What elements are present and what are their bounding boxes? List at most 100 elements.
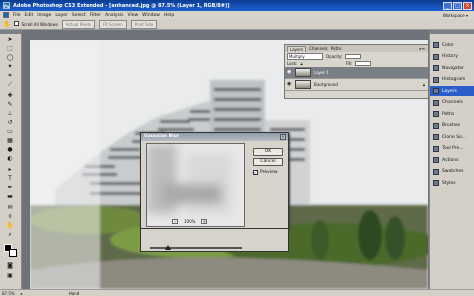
lock-icon[interactable]: 🔒︎ — [300, 61, 302, 66]
tab-paths[interactable]: Paths — [331, 46, 342, 51]
cancel-button[interactable]: Cancel — [253, 158, 283, 166]
scroll-all-checkbox[interactable] — [14, 21, 20, 26]
tab-channels[interactable]: Channels — [309, 46, 328, 51]
eye-icon[interactable]: ◉ — [287, 70, 292, 75]
dodge-tool-icon[interactable]: ◐ — [3, 155, 17, 162]
eye-icon[interactable]: ◉ — [287, 82, 292, 87]
layer-row-background[interactable]: ◉ Background 🔒︎ — [285, 79, 428, 91]
preview-checkbox[interactable]: ✓ — [253, 170, 258, 175]
path-selection-icon[interactable]: ▸ — [3, 166, 17, 173]
status-arrow-icon[interactable]: ▸ — [21, 291, 23, 296]
marquee-tool-icon[interactable]: ⬚ — [3, 45, 17, 52]
hand-tool-button-icon[interactable]: ✋ — [3, 222, 17, 229]
clone-stamp-icon[interactable]: ⊥ — [3, 110, 17, 117]
layer-thumbnail — [295, 80, 311, 89]
layer-thumbnail — [295, 68, 311, 77]
fill-label: Fill: — [345, 61, 353, 66]
panel-item-label: Navigator — [442, 65, 465, 71]
menu-select[interactable]: Select — [72, 13, 86, 18]
menu-edit[interactable]: Edit — [25, 13, 34, 18]
panel-item-navigator[interactable]: Navigator — [430, 63, 474, 73]
radius-slider-thumb[interactable] — [165, 245, 172, 250]
opacity-label: Opacity: — [326, 53, 343, 59]
brushes-icon — [433, 122, 439, 129]
preview-option[interactable]: ✓ Preview — [253, 170, 278, 175]
tab-layers[interactable]: Layers — [287, 45, 307, 52]
zoom-level[interactable]: 87.5% — [2, 291, 15, 296]
panel-item-actions[interactable]: Actions — [430, 155, 474, 165]
eyedropper-tool-icon[interactable]: ⌽ — [3, 213, 17, 220]
minimize-button[interactable]: _ — [443, 1, 452, 10]
notes-tool-icon[interactable]: ✉ — [3, 204, 17, 211]
close-button[interactable]: × — [463, 1, 472, 10]
panel-item-channels[interactable]: Channels — [430, 98, 474, 108]
zoom-out-button[interactable]: – — [172, 219, 178, 224]
zoom-in-button[interactable]: + — [201, 219, 208, 224]
panel-item-swatches[interactable]: Swatches — [430, 167, 474, 177]
fit-screen-button[interactable]: Fit Screen — [98, 19, 127, 29]
workspace-menu[interactable]: Workspace ▾ — [443, 11, 468, 19]
crop-tool-icon[interactable]: ⌗ — [3, 72, 17, 79]
fill-field[interactable] — [355, 61, 372, 66]
panel-item-label: Tool Pre... — [442, 146, 464, 151]
panel-item-brushes[interactable]: Brushes — [430, 121, 474, 131]
print-size-button[interactable]: Print Size — [130, 19, 158, 29]
preview-image — [147, 144, 244, 226]
background-color-swatch[interactable] — [9, 249, 17, 257]
panel-item-tool-pre[interactable]: Tool Pre... — [430, 144, 474, 154]
ok-button[interactable]: OK — [253, 148, 283, 156]
preview-label: Preview — [260, 170, 278, 175]
pen-tool-icon[interactable]: ✒ — [3, 184, 17, 191]
type-tool-icon[interactable]: T — [3, 175, 17, 182]
zoom-tool-icon[interactable]: ⌕ — [3, 231, 17, 238]
menu-file[interactable]: File — [13, 13, 21, 18]
lasso-tool-icon[interactable]: ◯ — [3, 54, 17, 61]
maximize-button[interactable]: □ — [453, 1, 462, 10]
magic-wand-icon[interactable]: ✦ — [3, 63, 17, 70]
radius-slider-track[interactable] — [150, 247, 242, 249]
panel-item-paths[interactable]: Paths — [430, 109, 474, 119]
panel-item-clone-so[interactable]: Clone So... — [430, 132, 474, 142]
blur-tool-icon[interactable]: ● — [3, 146, 17, 153]
options-bar: ✋ Scroll All Windows Actual Pixels Fit S… — [0, 19, 474, 30]
brush-tool-icon[interactable]: ✎ — [3, 101, 17, 108]
layer-name: Background — [314, 82, 338, 87]
shape-tool-icon[interactable]: ▬ — [3, 193, 17, 200]
menu-help[interactable]: Help — [164, 13, 174, 18]
window-title: Adobe Photoshop CS3 Extended - [enhanced… — [13, 2, 230, 9]
panel-menu-icon[interactable]: ▸≡ — [420, 46, 425, 51]
quick-mask-icon[interactable]: ◙ — [3, 262, 17, 269]
gradient-tool-icon[interactable]: ▦ — [3, 137, 17, 144]
scroll-all-windows-option[interactable]: Scroll All Windows — [14, 21, 58, 27]
menu-filter[interactable]: Filter — [90, 13, 101, 18]
app-menu-icon[interactable] — [3, 12, 9, 18]
menu-bar: File Edit Image Layer Select Filter Anal… — [0, 11, 474, 19]
slice-tool-icon[interactable]: ⟋ — [3, 81, 17, 88]
actual-pixels-button[interactable]: Actual Pixels — [61, 19, 95, 29]
blend-mode-select[interactable]: Multiply — [287, 52, 323, 60]
panel-item-histogram[interactable]: Histogram — [430, 75, 474, 85]
healing-brush-icon[interactable]: ✚ — [3, 92, 17, 99]
panel-item-styles[interactable]: Styles — [430, 178, 474, 188]
menu-analysis[interactable]: Analysis — [105, 13, 124, 18]
menu-view[interactable]: View — [127, 13, 138, 18]
screen-mode-icon[interactable]: ▣ — [3, 272, 17, 279]
layer-row-layer-1[interactable]: ◉ Layer 1 — [285, 67, 428, 79]
menu-image[interactable]: Image — [37, 13, 51, 18]
eraser-tool-icon[interactable]: ▭ — [3, 128, 17, 135]
swatches-icon — [433, 168, 439, 175]
color-icon — [433, 42, 439, 48]
title-bar: Ps Adobe Photoshop CS3 Extended - [enhan… — [0, 0, 474, 11]
menu-window[interactable]: Window — [142, 13, 160, 18]
panel-item-history[interactable]: History — [430, 52, 474, 62]
menu-layer[interactable]: Layer — [55, 13, 68, 18]
dialog-close-icon[interactable]: × — [280, 134, 286, 140]
move-tool-icon[interactable]: ➤ — [3, 36, 17, 43]
history-brush-icon[interactable]: ↺ — [3, 119, 17, 126]
blur-preview[interactable] — [146, 143, 245, 227]
panel-item-label: Paths — [442, 111, 455, 117]
opacity-field[interactable] — [345, 53, 362, 59]
panel-item-color[interactable]: Color — [430, 40, 474, 50]
panel-item-layers[interactable]: Layers — [430, 86, 474, 96]
layers-icon — [433, 88, 439, 94]
